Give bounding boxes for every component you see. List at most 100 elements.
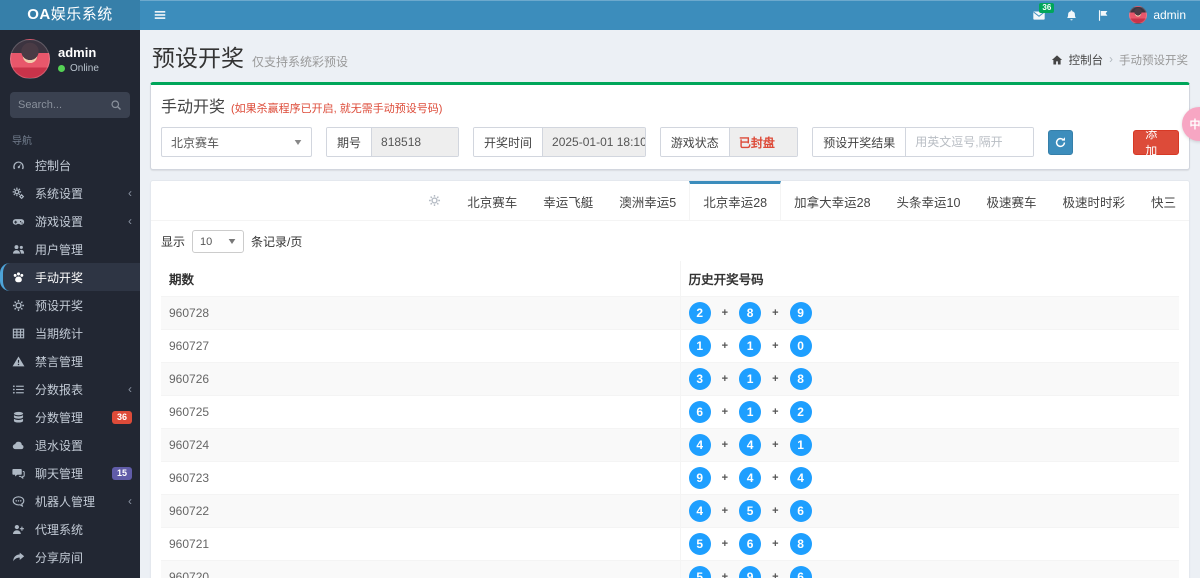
- sidebar-search: [10, 92, 130, 118]
- tab-lucky-airship[interactable]: 幸运飞艇: [530, 181, 606, 220]
- sidebar-item-label: 分数管理: [35, 409, 83, 426]
- tab-au-lucky5[interactable]: 澳洲幸运5: [606, 181, 689, 220]
- plus-separator: +: [722, 307, 728, 319]
- sidebar-item-rebate-settings[interactable]: 退水设置: [0, 431, 140, 459]
- sidebar-item-game-settings[interactable]: 游戏设置 ‹: [0, 207, 140, 235]
- tab-kuai3[interactable]: 快三: [1138, 181, 1189, 220]
- table-row: 960722 4 + 5 + 6: [161, 495, 1179, 528]
- number-ball: 4: [739, 467, 761, 489]
- game-status-group: 游戏状态 已封盘: [660, 127, 798, 157]
- history-table: 期数 历史开奖号码 960728 2 + 8: [161, 261, 1179, 578]
- period-cell: 960723: [161, 462, 680, 495]
- sidebar-item-chat-management[interactable]: 聊天管理 15: [0, 459, 140, 487]
- search-icon[interactable]: [110, 99, 122, 111]
- draw-numbers: 5 + 9 + 6: [689, 566, 1171, 578]
- sidebar-item-period-stats[interactable]: 当期统计: [0, 319, 140, 347]
- game-status-label: 游戏状态: [661, 128, 730, 156]
- caret-down-icon: [228, 239, 236, 244]
- draw-numbers: 3 + 1 + 8: [689, 368, 1171, 390]
- breadcrumb-home-link[interactable]: 控制台: [1069, 52, 1104, 68]
- sidebar-item-score-management[interactable]: 分数管理 36: [0, 403, 140, 431]
- navbar-user-menu[interactable]: admin: [1129, 6, 1186, 24]
- manual-draw-box: 手动开奖 (如果杀赢程序已开启, 就无需手动预设号码) 北京赛车 期号 8185…: [150, 82, 1190, 170]
- tab-speed-ssc[interactable]: 极速时时彩: [1049, 181, 1138, 220]
- draw-numbers: 5 + 6 + 8: [689, 533, 1171, 555]
- number-ball: 6: [790, 566, 812, 578]
- game-select[interactable]: 北京赛车: [161, 127, 312, 157]
- plus-separator: +: [772, 340, 778, 352]
- report-icon: [12, 382, 27, 396]
- table-row: 960723 9 + 4 + 4: [161, 462, 1179, 495]
- refresh-button[interactable]: [1048, 130, 1073, 155]
- brand-logo[interactable]: OA娱乐系统: [0, 0, 140, 30]
- sidebar-item-share-room[interactable]: 分享房间: [0, 543, 140, 571]
- search-input[interactable]: [18, 99, 110, 111]
- period-value-field: 818518: [372, 128, 458, 156]
- col-period-header: 期数: [161, 261, 680, 297]
- plus-separator: +: [772, 406, 778, 418]
- sidebar-item-label: 禁言管理: [35, 353, 83, 370]
- tab-label: 北京幸运28: [703, 196, 767, 210]
- messages-button[interactable]: 36: [1032, 9, 1046, 22]
- table-icon: [12, 326, 27, 340]
- plus-separator: +: [722, 439, 728, 451]
- gamepad-icon: [12, 214, 27, 228]
- page-size-control: 显示 10 条记录/页: [151, 221, 1189, 257]
- page-size-select[interactable]: 10: [192, 230, 244, 253]
- add-button[interactable]: 添加: [1133, 130, 1179, 155]
- plus-separator: +: [722, 505, 728, 517]
- sidebar-item-label: 当期统计: [35, 325, 83, 342]
- sidebar-item-robot-management[interactable]: 机器人管理 ‹: [0, 487, 140, 515]
- number-ball: 9: [689, 467, 711, 489]
- tab-bj-racing[interactable]: 北京赛车: [454, 181, 530, 220]
- sidebar-item-label: 用户管理: [35, 241, 83, 258]
- draw-numbers: 6 + 1 + 2: [689, 401, 1171, 423]
- sidebar-item-manual-draw[interactable]: 手动开奖: [0, 263, 140, 291]
- numbers-cell: 4 + 5 + 6: [680, 495, 1179, 528]
- plus-separator: +: [722, 538, 728, 550]
- sidebar-item-score-report[interactable]: 分数报表 ‹: [0, 375, 140, 403]
- preset-result-input[interactable]: [906, 128, 1034, 156]
- table-row: 960726 3 + 1 + 8: [161, 363, 1179, 396]
- number-ball: 0: [790, 335, 812, 357]
- navbar-username: admin: [1153, 8, 1186, 22]
- period-cell: 960727: [161, 330, 680, 363]
- tab-canada-lucky28[interactable]: 加拿大幸运28: [781, 181, 883, 220]
- number-ball: 9: [790, 302, 812, 324]
- sidebar-item-mute-management[interactable]: 禁言管理: [0, 347, 140, 375]
- number-ball: 1: [689, 335, 711, 357]
- period-cell: 960725: [161, 396, 680, 429]
- tabs-settings-button[interactable]: [415, 181, 454, 220]
- sidebar-nav: 控制台 系统设置 ‹ 游戏设置 ‹: [0, 151, 140, 578]
- breadcrumb-separator: ›: [1109, 54, 1113, 66]
- sidebar-item-preset-draw[interactable]: 预设开奖: [0, 291, 140, 319]
- number-ball: 8: [790, 533, 812, 555]
- tab-speed-racing[interactable]: 极速赛车: [973, 181, 1049, 220]
- sidebar-item-agent-system[interactable]: 代理系统: [0, 515, 140, 543]
- table-row: 960728 2 + 8 + 9: [161, 297, 1179, 330]
- tab-toutiao-lucky10[interactable]: 头条幸运10: [884, 181, 974, 220]
- number-ball: 4: [689, 500, 711, 522]
- sidebar-toggle-button[interactable]: [140, 0, 180, 30]
- period-group: 期号 818518: [326, 127, 459, 157]
- notifications-button[interactable]: [1065, 9, 1078, 22]
- sidebar-item-system-settings[interactable]: 系统设置 ‹: [0, 179, 140, 207]
- tab-label: 极速时时彩: [1062, 196, 1125, 210]
- tab-bj-lucky28[interactable]: 北京幸运28: [689, 181, 781, 220]
- sidebar-item-fly-order-system[interactable]: 飞单系统 ‹: [0, 571, 140, 578]
- count-badge: 15: [112, 467, 132, 480]
- flags-button[interactable]: [1097, 9, 1110, 22]
- period-cell: 960722: [161, 495, 680, 528]
- number-ball: 4: [739, 434, 761, 456]
- user-status: Online: [58, 63, 99, 74]
- gears-icon: [12, 186, 27, 200]
- plus-separator: +: [722, 373, 728, 385]
- number-ball: 5: [689, 566, 711, 578]
- sidebar-item-console[interactable]: 控制台: [0, 151, 140, 179]
- manual-draw-form: 北京赛车 期号 818518 开奖时间 2025-01-01 18:10:00 …: [161, 127, 1179, 157]
- page-subtitle: 仅支持系统彩预设: [252, 53, 348, 70]
- sidebar-item-label: 聊天管理: [35, 465, 83, 482]
- numbers-cell: 5 + 6 + 8: [680, 528, 1179, 561]
- sidebar-item-user-management[interactable]: 用户管理: [0, 235, 140, 263]
- main-content: 预设开奖 仅支持系统彩预设 控制台 › 手动预设开奖 手动开奖 (如果杀赢程序已…: [140, 30, 1200, 578]
